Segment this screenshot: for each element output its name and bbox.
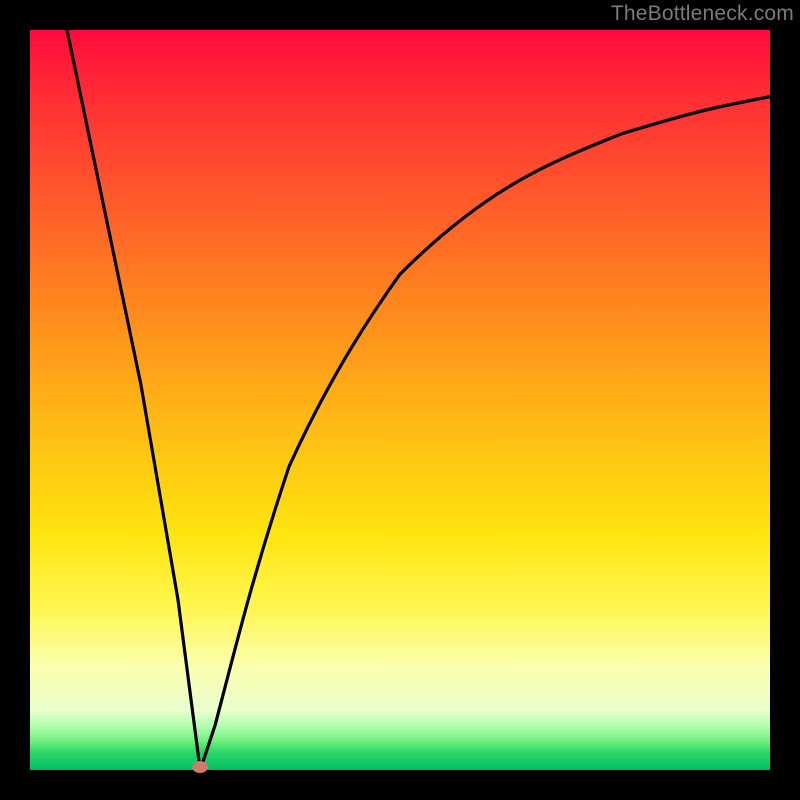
chart-frame: TheBottleneck.com [0, 0, 800, 800]
plot-area [30, 30, 770, 770]
curve-path [67, 30, 770, 770]
watermark-text: TheBottleneck.com [611, 2, 794, 26]
bottleneck-curve [30, 30, 770, 770]
optimum-marker [192, 761, 208, 773]
